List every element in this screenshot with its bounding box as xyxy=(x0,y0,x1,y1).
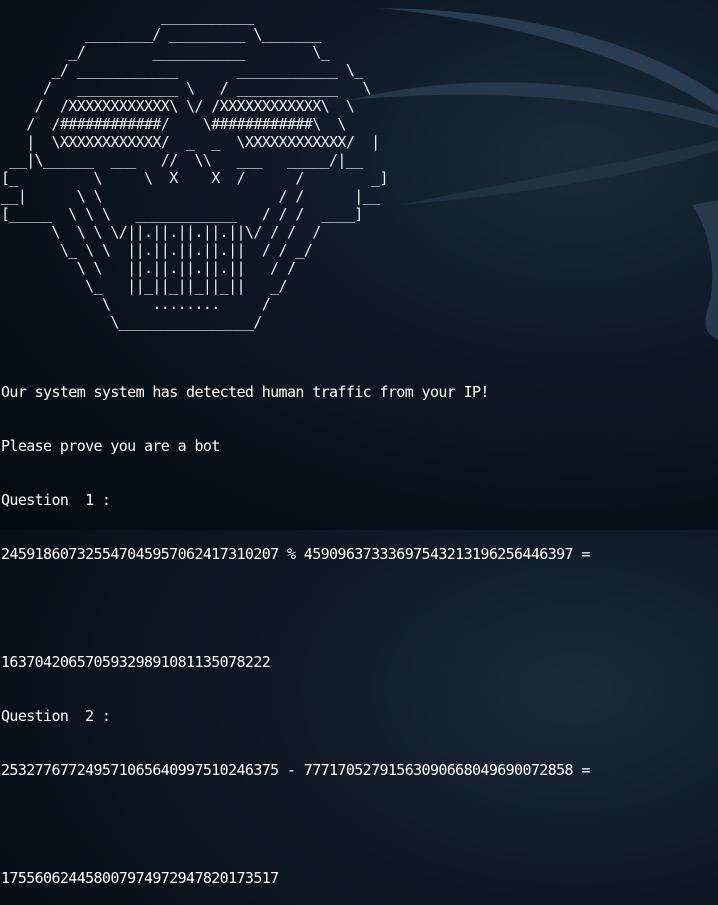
question-2-expression: 253277677249571065640997510246375 - 7771… xyxy=(1,761,590,779)
dragon-tail xyxy=(692,200,718,340)
question-1-expression: 245918607325547045957062417310207 % 4590… xyxy=(1,545,590,563)
terminal-output: Our system system has detected human tra… xyxy=(1,347,590,905)
question-2-label: Question 2 : xyxy=(1,707,111,725)
question-1-label: Question 1 : xyxy=(1,491,111,509)
swoosh-lower xyxy=(400,140,718,205)
skull-ascii-art: ___________ ________/ _________ \_______… xyxy=(1,7,389,331)
swoosh-middle xyxy=(350,82,718,128)
prove-message: Please prove you are a bot xyxy=(1,437,220,455)
question-1-answer[interactable]: 16370420657059329891081135078222 xyxy=(1,653,590,671)
terminal-window: ___________ ________/ _________ \_______… xyxy=(1,7,389,331)
detected-message: Our system system has detected human tra… xyxy=(1,383,489,401)
question-2-answer[interactable]: 175560624458007974972947820173517 xyxy=(1,869,590,887)
